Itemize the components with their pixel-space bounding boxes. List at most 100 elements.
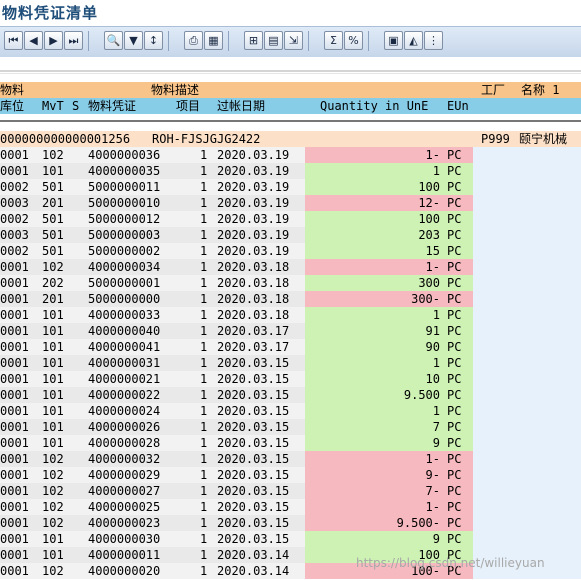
row-rest-bg <box>473 307 581 323</box>
cell-unit: PC <box>447 324 462 338</box>
header-doc[interactable]: 物料凭证 <box>88 98 136 114</box>
sum-icon[interactable]: Σ <box>324 31 343 50</box>
cell-qty: 1- <box>425 148 440 162</box>
graph-icon[interactable]: ◭ <box>404 31 423 50</box>
column-header-row-2: 库位 MvT S 物料凭证 项目 过帐日期 Quantity in UnE EU… <box>0 98 581 114</box>
header-qty[interactable]: Quantity in UnE <box>320 98 428 114</box>
table-row[interactable]: 0001 102 4000000023 1 2020.03.15 9.500- PC <box>0 515 581 531</box>
table-row[interactable]: 0002 501 5000000011 1 2020.03.19 100 PC <box>0 179 581 195</box>
header-date[interactable]: 过帐日期 <box>217 98 265 114</box>
cell-sloc: 0001 <box>0 564 29 578</box>
table-row[interactable]: 0001 201 5000000000 1 2020.03.18 300- PC <box>0 291 581 307</box>
table-row[interactable]: 0001 101 4000000028 1 2020.03.15 9 PC <box>0 435 581 451</box>
cell-item: 1 <box>200 548 208 562</box>
table-row[interactable]: 0001 101 4000000041 1 2020.03.17 90 PC <box>0 339 581 355</box>
cell-item: 1 <box>200 500 208 514</box>
cell-mvt: 202 <box>42 276 64 290</box>
header-eun[interactable]: EUn <box>447 98 469 114</box>
cell-item: 1 <box>200 420 208 434</box>
table-row[interactable]: 0001 101 4000000040 1 2020.03.17 91 PC <box>0 323 581 339</box>
cell-unit: PC <box>447 244 462 258</box>
row-rest-bg <box>473 483 581 499</box>
table-row[interactable]: 0001 102 4000000036 1 2020.03.19 1- PC <box>0 147 581 163</box>
grid-icon[interactable]: ▤ <box>264 31 283 50</box>
header-name[interactable]: 名称 1 <box>521 82 559 98</box>
cell-sloc: 0001 <box>0 340 29 354</box>
cell-item: 1 <box>200 404 208 418</box>
header-item[interactable]: 项目 <box>176 98 200 114</box>
table-row[interactable]: 0001 101 4000000021 1 2020.03.15 10 PC <box>0 371 581 387</box>
next-icon[interactable]: ▶ <box>44 31 63 50</box>
cell-qty: 300- <box>411 292 440 306</box>
header-plant[interactable]: 工厂 <box>481 82 505 98</box>
cell-sloc: 0001 <box>0 484 29 498</box>
table-row[interactable]: 0001 101 4000000024 1 2020.03.15 1 PC <box>0 403 581 419</box>
group-description: ROH-FJSJGJG2422 <box>152 132 261 146</box>
cell-mvt: 102 <box>42 516 64 530</box>
cell-doc: 4000000027 <box>88 484 161 498</box>
cell-item: 1 <box>200 212 208 226</box>
table-row[interactable]: 0002 501 5000000012 1 2020.03.19 100 PC <box>0 211 581 227</box>
first-page-icon[interactable]: ⏮ <box>4 31 23 50</box>
select-layout-icon[interactable]: ▦ <box>204 31 223 50</box>
cell-date: 2020.03.19 <box>217 180 290 194</box>
cell-qty: 300 <box>418 276 440 290</box>
table-row[interactable]: 0002 501 5000000002 1 2020.03.19 15 PC <box>0 243 581 259</box>
details-icon[interactable]: ⊞ <box>244 31 263 50</box>
header-description[interactable]: 物料描述 <box>151 82 199 98</box>
cell-mvt: 101 <box>42 356 64 370</box>
cell-doc: 4000000034 <box>88 260 161 274</box>
table-row[interactable]: 0001 102 4000000025 1 2020.03.15 1- PC <box>0 499 581 515</box>
find-icon[interactable]: 🔍 <box>104 31 123 50</box>
table-row[interactable]: 0001 101 4000000022 1 2020.03.15 9.500 PC <box>0 387 581 403</box>
cell-unit: PC <box>447 340 462 354</box>
cell-mvt: 201 <box>42 292 64 306</box>
table-row[interactable]: 0003 201 5000000010 1 2020.03.19 12- PC <box>0 195 581 211</box>
cell-mvt: 102 <box>42 564 64 578</box>
cell-item: 1 <box>200 452 208 466</box>
cell-mvt: 501 <box>42 228 64 242</box>
table-row[interactable]: 0001 102 4000000027 1 2020.03.15 7- PC <box>0 483 581 499</box>
cell-qty: 90 <box>425 340 440 354</box>
cell-unit: PC <box>447 276 462 290</box>
table-row[interactable]: 0001 102 4000000032 1 2020.03.15 1- PC <box>0 451 581 467</box>
cell-unit: PC <box>447 292 462 306</box>
last-page-icon[interactable]: ⏭ <box>64 31 83 50</box>
table-row[interactable]: 0001 101 4000000033 1 2020.03.18 1 PC <box>0 307 581 323</box>
header-sloc[interactable]: 库位 <box>0 98 24 114</box>
toolbar-separator <box>308 31 309 51</box>
header-material[interactable]: 物料 <box>0 82 24 98</box>
print-icon[interactable]: ⎙ <box>184 31 203 50</box>
header-s[interactable]: S <box>72 98 79 114</box>
sort-icon[interactable]: ↕ <box>144 31 163 50</box>
table-row[interactable]: 0001 101 4000000031 1 2020.03.15 1 PC <box>0 355 581 371</box>
cell-mvt: 501 <box>42 244 64 258</box>
cell-doc: 5000000001 <box>88 276 161 290</box>
filter-icon[interactable]: ▼ <box>124 31 143 50</box>
cell-qty: 1 <box>432 308 440 322</box>
subtotal-icon[interactable]: % <box>344 31 363 50</box>
table-row[interactable]: 0001 101 4000000030 1 2020.03.15 9 PC <box>0 531 581 547</box>
row-rest-bg <box>473 147 581 163</box>
table-row[interactable]: 0001 202 5000000001 1 2020.03.18 300 PC <box>0 275 581 291</box>
table-row[interactable]: 0001 101 4000000035 1 2020.03.19 1 PC <box>0 163 581 179</box>
cell-sloc: 0002 <box>0 244 29 258</box>
prev-icon[interactable]: ◀ <box>24 31 43 50</box>
cell-qty: 9 <box>432 532 440 546</box>
cell-mvt: 501 <box>42 180 64 194</box>
table-row[interactable]: 0003 501 5000000003 1 2020.03.19 203 PC <box>0 227 581 243</box>
cell-qty: 9 <box>432 436 440 450</box>
header-mvt[interactable]: MvT <box>42 98 64 114</box>
toolbar-separator <box>88 31 89 51</box>
toolbar-separator <box>368 31 369 51</box>
table-row[interactable]: 0001 102 4000000034 1 2020.03.18 1- PC <box>0 259 581 275</box>
table-row[interactable]: 0001 102 4000000029 1 2020.03.15 9- PC <box>0 467 581 483</box>
row-rest-bg <box>473 211 581 227</box>
group-row[interactable]: 000000000000001256 ROH-FJSJGJG2422 P999 … <box>0 131 581 147</box>
cell-sloc: 0001 <box>0 292 29 306</box>
table-row[interactable]: 0001 101 4000000026 1 2020.03.15 7 PC <box>0 419 581 435</box>
views-icon[interactable]: ⋮ <box>424 31 443 50</box>
export-icon[interactable]: ⇲ <box>284 31 303 50</box>
abc-icon[interactable]: ▣ <box>384 31 403 50</box>
cell-mvt: 201 <box>42 196 64 210</box>
